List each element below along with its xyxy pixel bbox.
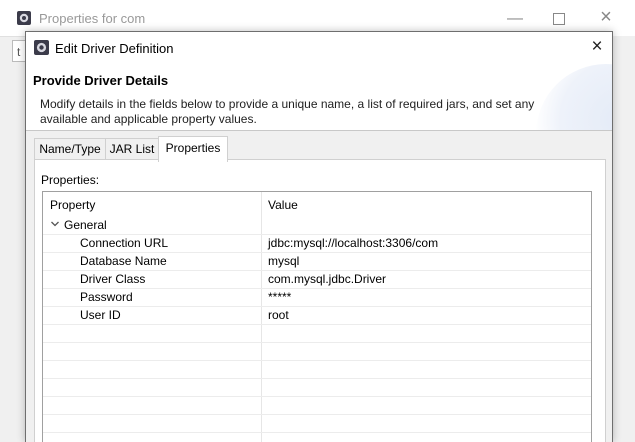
banner-heading: Provide Driver Details [33, 73, 169, 88]
property-name: Password [80, 290, 133, 304]
minimize-icon[interactable]: — [505, 9, 525, 29]
table-row[interactable]: User ID root [43, 306, 591, 325]
chevron-down-icon[interactable] [50, 219, 60, 229]
empty-table-row [43, 324, 591, 343]
dialog-title: Edit Driver Definition [55, 41, 174, 56]
table-row[interactable]: Database Name mysql [43, 252, 591, 271]
eclipse-gear-icon [17, 11, 31, 25]
dialog-banner: Provide Driver Details Modify details in… [26, 64, 612, 131]
maximize-icon[interactable] [553, 13, 565, 25]
property-value[interactable]: root [268, 308, 289, 322]
empty-table-row [43, 342, 591, 361]
property-name: User ID [80, 308, 121, 322]
property-name: Database Name [80, 254, 167, 268]
property-value[interactable]: mysql [268, 254, 299, 268]
table-row[interactable]: Driver Class com.mysql.jdbc.Driver [43, 270, 591, 289]
properties-label: Properties: [41, 173, 100, 187]
eclipse-gear-icon [34, 40, 49, 55]
dialog-titlebar: Edit Driver Definition × [26, 32, 612, 64]
tab-properties[interactable]: Properties [158, 136, 228, 162]
table-row[interactable]: Password ***** [43, 288, 591, 307]
banner-description: Modify details in the fields below to pr… [40, 97, 535, 126]
background-right-edge [611, 36, 635, 441]
empty-table-row [43, 414, 591, 433]
property-value[interactable]: com.mysql.jdbc.Driver [268, 272, 386, 286]
background-window-title: Properties for com [39, 11, 146, 26]
edit-driver-dialog: Edit Driver Definition × Provide Driver … [25, 31, 613, 442]
property-name: Driver Class [80, 272, 146, 286]
close-icon[interactable]: × [587, 37, 607, 57]
property-value[interactable]: ***** [268, 290, 291, 304]
property-value[interactable]: jdbc:mysql://localhost:3306/com [268, 236, 438, 250]
column-header-value[interactable]: Value [268, 198, 298, 212]
empty-table-row [43, 378, 591, 397]
tab-name-type[interactable]: Name/Type [34, 138, 106, 159]
properties-tab-panel: Properties: Property Value General Conne… [34, 159, 606, 442]
properties-table[interactable]: Property Value General Connection URL jd… [42, 191, 592, 442]
empty-table-row [43, 360, 591, 379]
close-icon[interactable]: × [596, 7, 616, 27]
empty-table-row [43, 396, 591, 415]
group-label: General [64, 218, 107, 232]
table-row[interactable]: Connection URL jdbc:mysql://localhost:33… [43, 234, 591, 253]
property-name: Connection URL [80, 236, 169, 250]
tab-jar-list[interactable]: JAR List [105, 138, 159, 159]
table-group-row[interactable]: General [43, 216, 591, 235]
column-header-property[interactable]: Property [50, 198, 95, 212]
